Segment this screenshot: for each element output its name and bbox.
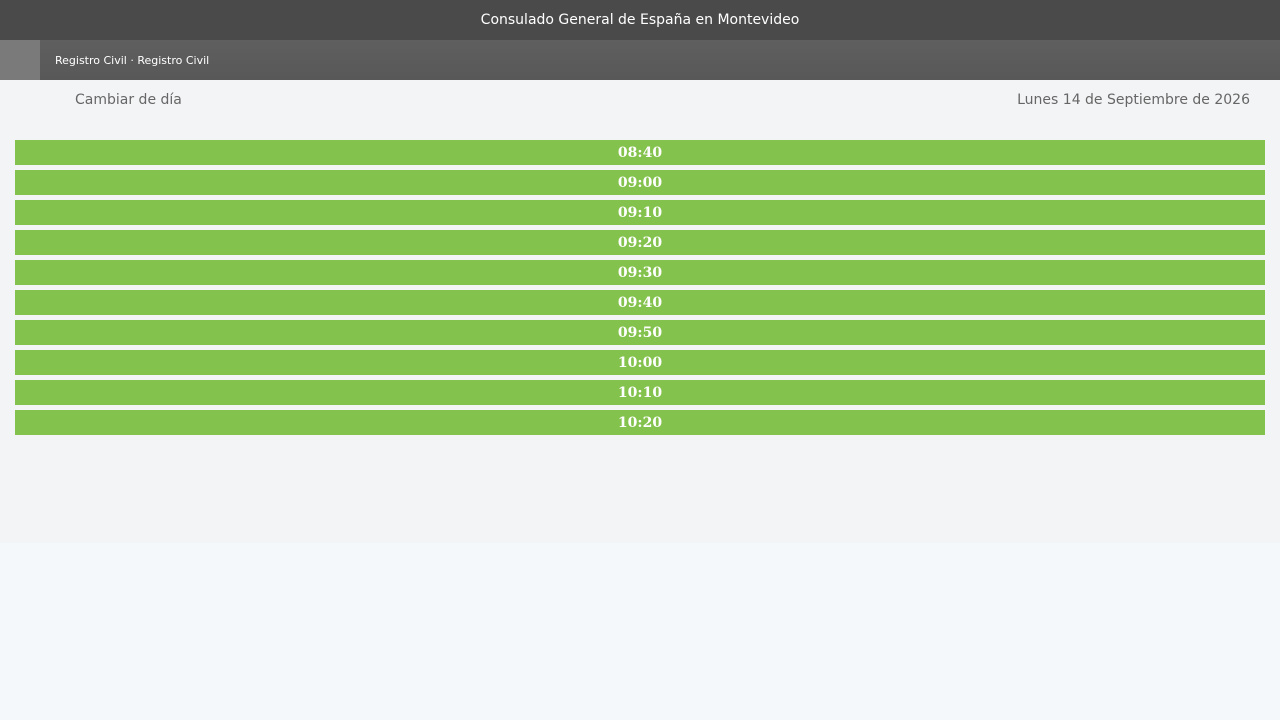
time-slot-button[interactable]: 09:40 <box>15 290 1265 315</box>
selected-date: Lunes 14 de Septiembre de 2026 <box>1017 92 1250 108</box>
breadcrumb: Registro Civil · Registro Civil <box>55 53 210 67</box>
sub-header-bar: Registro Civil · Registro Civil <box>0 40 1280 80</box>
page-title: Consulado General de España en Montevide… <box>480 12 800 28</box>
main-content: Cambiar de día Lunes 14 de Septiembre de… <box>0 80 1280 543</box>
time-slot-button[interactable]: 08:40 <box>15 140 1265 165</box>
time-slot-button[interactable]: 10:10 <box>15 380 1265 405</box>
day-selector-row: Cambiar de día Lunes 14 de Septiembre de… <box>0 80 1280 120</box>
header-bar: Consulado General de España en Montevide… <box>0 0 1280 40</box>
time-slot-button[interactable]: 09:10 <box>15 200 1265 225</box>
time-slot-button[interactable]: 09:20 <box>15 230 1265 255</box>
back-button[interactable] <box>0 40 40 80</box>
time-slot-list: 08:40 09:00 09:10 09:20 09:30 09:40 09:5… <box>0 140 1280 435</box>
change-day-link[interactable]: Cambiar de día <box>75 92 182 108</box>
time-slot-button[interactable]: 10:20 <box>15 410 1265 435</box>
time-slot-button[interactable]: 10:00 <box>15 350 1265 375</box>
time-slot-button[interactable]: 09:50 <box>15 320 1265 345</box>
time-slot-button[interactable]: 09:30 <box>15 260 1265 285</box>
time-slot-button[interactable]: 09:00 <box>15 170 1265 195</box>
